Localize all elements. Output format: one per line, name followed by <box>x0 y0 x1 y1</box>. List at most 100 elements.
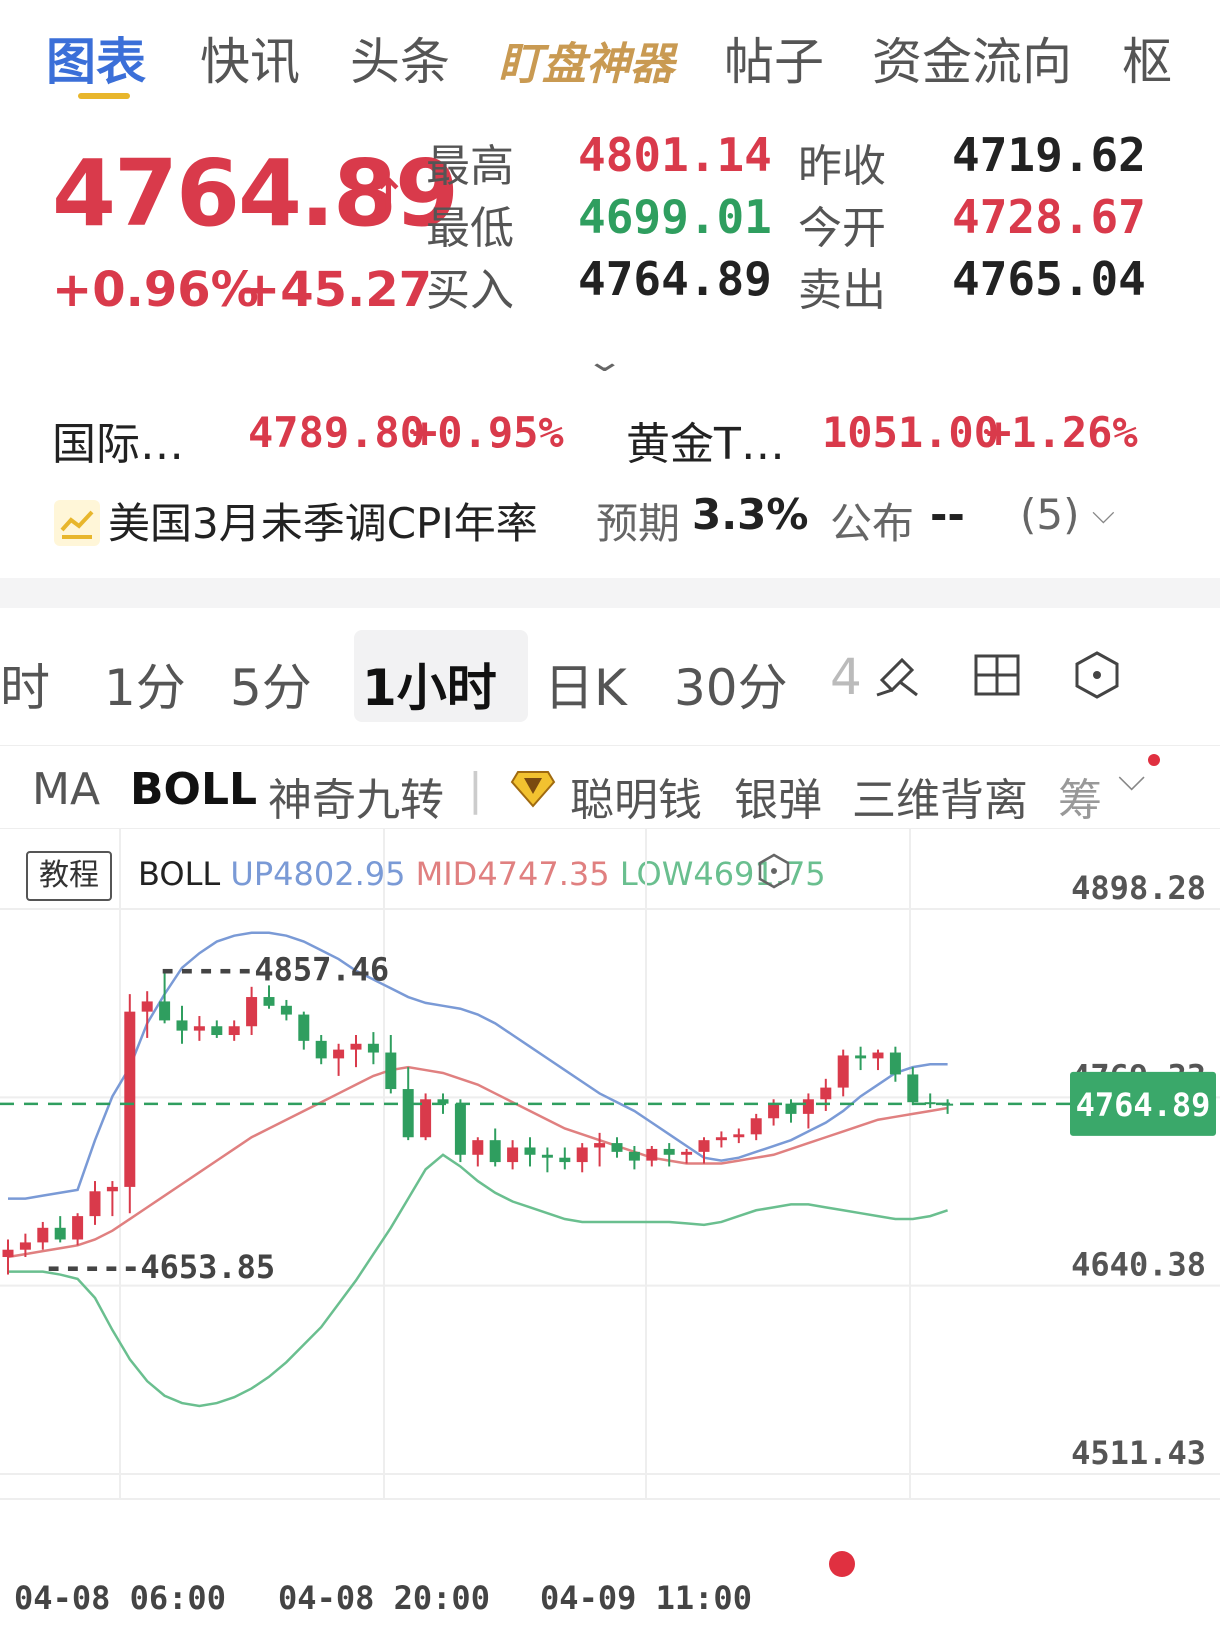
indicator-magic-nine[interactable]: 神奇九转 <box>268 764 444 828</box>
tab-truncated[interactable]: 枢 <box>1122 22 1172 94</box>
expect-value: 3.3% <box>692 490 809 539</box>
candle-body <box>820 1087 832 1100</box>
candle-body <box>298 1014 310 1041</box>
bid-label: 买入 <box>426 265 514 316</box>
low-value: 4699.01 <box>578 190 772 244</box>
candle-body <box>768 1103 780 1119</box>
candlestick-chart[interactable]: 4898.284769.334640.384511.434764.89-----… <box>0 829 1220 1633</box>
candle-body <box>402 1089 414 1138</box>
period-30min[interactable]: 30分 <box>674 648 788 720</box>
indicator-more-chevron-icon[interactable]: ⌵ <box>1118 758 1145 800</box>
period-1min[interactable]: 1分 <box>104 648 186 720</box>
event-title: 美国3月未季调CPI年率 <box>108 499 538 548</box>
tab-posts[interactable]: 帖子 <box>724 22 824 94</box>
draw-tool-icon[interactable] <box>872 650 922 700</box>
candle-body <box>19 1242 31 1250</box>
candle-body <box>750 1118 762 1135</box>
candle-body <box>855 1055 867 1059</box>
indicator-boll[interactable]: BOLL <box>130 764 257 815</box>
candle-body <box>246 997 258 1027</box>
candle-body <box>159 1001 171 1021</box>
chevron-down-icon[interactable]: ⌵ <box>1092 496 1115 531</box>
chart-area[interactable]: 教程 BOLL UP4802.95 MID4747.35 LOW4691.75 … <box>0 828 1220 1633</box>
section-divider <box>0 578 1220 608</box>
publish-value: -- <box>930 490 965 539</box>
layout-grid-icon[interactable] <box>972 650 1022 700</box>
candle-body <box>263 997 275 1006</box>
candle-body <box>663 1148 675 1155</box>
candle-body <box>715 1137 727 1141</box>
y-axis-label: 4511.43 <box>1071 1434 1206 1472</box>
high-mark-label: -----4857.46 <box>158 951 389 989</box>
candle-body <box>141 1001 153 1012</box>
expect-label: 预期 <box>596 499 681 548</box>
economic-event-row[interactable]: 美国3月未季调CPI年率 预期 3.3% 公布 -- (5) ⌵ <box>0 490 1220 560</box>
candle-body <box>924 1102 936 1105</box>
period-5min[interactable]: 5分 <box>230 648 312 720</box>
candle-body <box>785 1103 797 1114</box>
candle-body <box>193 1026 205 1031</box>
candle-body <box>872 1052 884 1059</box>
candle-body <box>733 1134 745 1138</box>
indicator-ma[interactable]: MA <box>32 764 100 815</box>
high-value: 4801.14 <box>578 128 772 182</box>
tab-flash-news[interactable]: 快讯 <box>200 22 300 94</box>
period-timeshare[interactable]: 时 <box>0 648 50 720</box>
top-tab-bar: 图表 快讯 头条 盯盘神器 帖子 资金流向 枢 <box>0 0 1220 110</box>
candle-body <box>106 1186 118 1192</box>
candle-body <box>507 1147 519 1163</box>
candle-body <box>333 1049 345 1059</box>
x-axis-label: 04-08 06:00 <box>14 1579 226 1617</box>
x-axis-label: 04-09 11:00 <box>540 1579 752 1617</box>
diamond-icon <box>510 771 556 808</box>
settings-hexagon-icon[interactable] <box>1072 650 1122 700</box>
candle-body <box>837 1055 849 1088</box>
tab-headlines[interactable]: 头条 <box>350 22 450 94</box>
related-name-1[interactable]: 国际… <box>52 408 184 472</box>
related-pct-1: +0.95% <box>412 408 564 457</box>
candle-body <box>628 1151 640 1161</box>
candle-body <box>646 1148 658 1161</box>
candle-body <box>889 1052 901 1075</box>
publish-label: 公布 <box>830 499 915 548</box>
y-axis-label: 4898.28 <box>1071 869 1206 907</box>
period-day[interactable]: 日K <box>544 648 627 720</box>
open-value: 4728.67 <box>952 190 1146 244</box>
indicator-truncated[interactable]: 筹 <box>1058 764 1102 828</box>
period-selector: 时 1分 5分 1小时 日K 30分 4 <box>0 620 1220 730</box>
open-label: 今开 <box>798 203 886 254</box>
candle-body <box>124 1011 136 1187</box>
candle-body <box>350 1043 362 1050</box>
candle-body <box>367 1043 379 1053</box>
ask-label: 卖出 <box>798 265 886 316</box>
period-1hour[interactable]: 1小时 <box>362 648 497 720</box>
related-pct-2: +1.26% <box>986 408 1138 457</box>
candle-body <box>681 1151 693 1155</box>
change-percent: +0.96% <box>52 262 259 318</box>
indicator-smart-money[interactable]: 聪明钱 <box>570 764 702 828</box>
indicator-3d-divergence[interactable]: 三维背离 <box>852 764 1028 828</box>
candle-body <box>698 1140 710 1152</box>
related-name-2[interactable]: 黄金T… <box>626 408 785 472</box>
candle-body <box>559 1157 571 1163</box>
event-marker-dot <box>829 1551 855 1577</box>
tab-market-watcher[interactable]: 盯盘神器 <box>498 28 674 92</box>
candle-body <box>489 1140 501 1163</box>
tab-fund-flow[interactable]: 资金流向 <box>872 22 1072 94</box>
period-truncated[interactable]: 4 <box>830 648 862 706</box>
tab-chart[interactable]: 图表 <box>46 22 146 94</box>
candle-body <box>2 1249 14 1258</box>
candle-body <box>228 1026 240 1036</box>
prev-close-value: 4719.62 <box>952 128 1146 182</box>
candle-body <box>315 1040 327 1059</box>
candle-body <box>594 1143 606 1148</box>
indicator-silver-bullet[interactable]: 银弹 <box>734 764 822 828</box>
candle-body <box>541 1154 553 1158</box>
candle-body <box>454 1103 466 1155</box>
expand-chevron-icon[interactable]: ⌄ <box>584 344 624 379</box>
trend-chart-icon <box>54 500 100 546</box>
low-label: 最低 <box>426 203 514 254</box>
indicator-selector: MA BOLL 神奇九转 | 聪明钱 银弹 三维背离 筹 ⌵ <box>0 745 1220 828</box>
candle-body <box>802 1099 814 1114</box>
candle-body <box>54 1227 66 1240</box>
